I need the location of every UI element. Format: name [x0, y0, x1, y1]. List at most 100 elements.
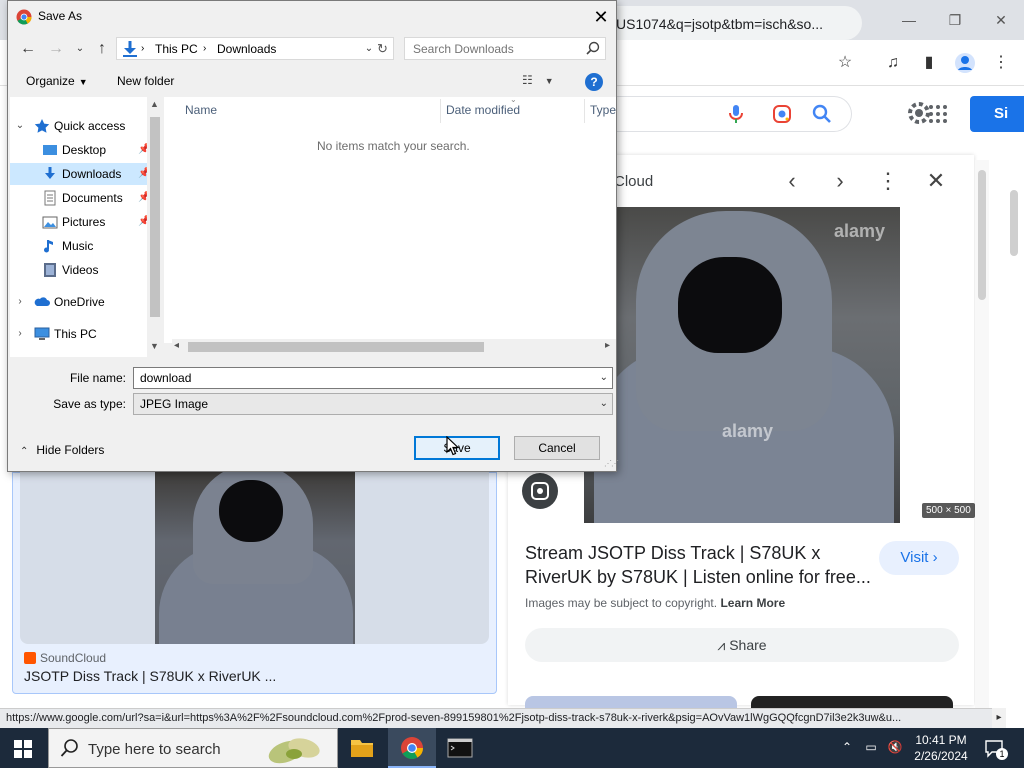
search-downloads-input[interactable]: [404, 37, 606, 60]
cancel-button[interactable]: Cancel: [514, 436, 600, 460]
resize-grip-icon[interactable]: ⋰⋰: [604, 459, 619, 468]
nav-pictures[interactable]: Pictures 📌: [10, 211, 150, 233]
column-header-name[interactable]: Name: [185, 103, 217, 117]
network-icon[interactable]: ▭: [862, 738, 880, 756]
bookmark-star-icon[interactable]: ☆: [834, 52, 856, 74]
address-breadcrumb[interactable]: › This PC › Downloads ⌄: [116, 37, 380, 60]
nav-label: This PC: [54, 327, 97, 341]
share-button[interactable]: ⩘ Share: [525, 628, 959, 662]
preview-headline-link[interactable]: Stream JSOTP Diss Track | S78UK x RiverU…: [525, 541, 875, 589]
file-explorer-app-icon[interactable]: [338, 728, 386, 768]
organize-menu[interactable]: Organize ▼: [26, 74, 88, 88]
refresh-icon[interactable]: ↻: [372, 37, 394, 60]
panel-scrollbar-thumb[interactable]: [978, 170, 986, 300]
status-bar-url: https://www.google.com/url?sa=i&url=http…: [0, 708, 992, 728]
view-list-icon: ☷: [522, 73, 533, 87]
up-arrow-icon[interactable]: ↑: [92, 39, 112, 59]
related-thumbnail[interactable]: [751, 696, 953, 708]
related-thumbnail[interactable]: [525, 696, 737, 708]
share-icon: ⩘: [717, 637, 730, 653]
nav-downloads[interactable]: Downloads 📌: [10, 163, 150, 185]
result-photo: [155, 472, 355, 644]
profile-avatar-icon[interactable]: [954, 52, 976, 74]
computer-icon: [34, 326, 50, 342]
browser-menu-icon[interactable]: ⋮: [990, 52, 1012, 74]
chevron-up-icon: ⌃: [20, 446, 29, 457]
lens-fab-button[interactable]: [522, 473, 558, 509]
nav-this-pc[interactable]: › This PC: [10, 323, 150, 345]
chrome-app-icon[interactable]: [388, 728, 436, 768]
horizontal-scrollbar-thumb[interactable]: [188, 342, 484, 352]
search-icon[interactable]: [812, 104, 832, 124]
google-apps-icon[interactable]: [928, 104, 948, 124]
window-close-icon[interactable]: ✕: [986, 8, 1016, 32]
dialog-close-icon[interactable]: ✕: [586, 5, 616, 29]
view-options-button[interactable]: ☷ ▼: [522, 73, 558, 91]
chevron-up-icon[interactable]: ⌃: [838, 738, 856, 756]
previous-image-icon[interactable]: ‹: [780, 170, 804, 194]
chevron-right-icon[interactable]: ▸: [605, 340, 610, 351]
chevron-down-icon: ▼: [78, 77, 88, 87]
hide-folders-button[interactable]: ⌃ Hide Folders: [20, 443, 104, 457]
nav-quick-access[interactable]: ⌄ Quick access: [10, 115, 150, 137]
preview-image[interactable]: alamy alamy: [584, 207, 900, 523]
nav-onedrive[interactable]: › OneDrive: [10, 291, 150, 313]
page-scrollbar-thumb[interactable]: [1010, 190, 1018, 256]
chevron-down-icon[interactable]: ⌄: [600, 394, 608, 414]
search-icon[interactable]: [586, 41, 600, 55]
nav-documents[interactable]: Documents 📌: [10, 187, 150, 209]
file-name-label: File name:: [69, 371, 126, 385]
file-name-field[interactable]: download ⌄: [133, 367, 613, 389]
nav-music[interactable]: Music: [10, 235, 150, 257]
recent-locations-chevron-icon[interactable]: ⌄: [70, 39, 90, 59]
hide-folders-label: Hide Folders: [36, 443, 105, 457]
media-controls-icon[interactable]: ♫: [882, 52, 904, 74]
clock[interactable]: 10:41 PM 2/26/2024: [912, 732, 970, 764]
result-title[interactable]: JSOTP Diss Track | S78UK x RiverUK ...: [24, 668, 276, 684]
mouse-cursor-icon: [446, 435, 460, 456]
nav-desktop[interactable]: Desktop 📌: [10, 139, 150, 161]
new-folder-button[interactable]: New folder: [117, 74, 174, 88]
breadcrumb-this-pc[interactable]: This PC: [155, 42, 198, 56]
chevron-up-icon[interactable]: ▲: [150, 99, 159, 109]
learn-more-link[interactable]: Learn More: [720, 596, 785, 610]
close-preview-icon[interactable]: ✕: [924, 170, 948, 194]
chevron-left-icon[interactable]: ◂: [174, 340, 179, 351]
organize-label: Organize: [26, 74, 75, 88]
restore-icon[interactable]: ❐: [940, 8, 970, 32]
more-options-icon[interactable]: ⋮: [876, 170, 900, 194]
forward-arrow-icon[interactable]: →: [46, 39, 66, 59]
side-panel-icon[interactable]: ▮: [918, 52, 940, 74]
voice-search-icon[interactable]: [728, 104, 744, 124]
column-divider[interactable]: [584, 99, 585, 123]
visit-button[interactable]: Visit ›: [879, 541, 959, 575]
minimize-icon[interactable]: —: [894, 8, 924, 32]
file-name-value: download: [140, 371, 192, 385]
breadcrumb-downloads[interactable]: Downloads: [217, 42, 276, 56]
chevron-down-icon[interactable]: ⌄: [600, 368, 608, 388]
windows-start-icon[interactable]: [14, 740, 32, 758]
result-image[interactable]: [20, 472, 489, 644]
chevron-down-icon[interactable]: ▼: [150, 341, 159, 351]
column-header-date[interactable]: Date modified: [446, 103, 520, 117]
speaker-muted-icon[interactable]: 🔇: [886, 738, 904, 756]
documents-icon: [42, 190, 58, 206]
chrome-logo-icon: [16, 9, 32, 25]
lens-search-icon[interactable]: [772, 104, 792, 124]
image-size-badge: 500 × 500: [922, 503, 975, 518]
back-arrow-icon[interactable]: ←: [18, 39, 38, 59]
nav-scrollbar-thumb[interactable]: [150, 117, 160, 317]
save-type-select[interactable]: JPEG Image ⌄: [133, 393, 613, 415]
next-image-icon[interactable]: ›: [828, 170, 852, 194]
column-divider[interactable]: [440, 99, 441, 123]
desktop-icon: [42, 142, 58, 158]
column-header-type[interactable]: Type: [590, 103, 616, 117]
help-icon[interactable]: ?: [585, 73, 603, 91]
nav-videos[interactable]: Videos: [10, 259, 150, 281]
terminal-app-icon[interactable]: [436, 728, 484, 768]
sign-in-button[interactable]: Si: [970, 96, 1024, 132]
pictures-icon: [42, 214, 58, 230]
nav-label: Videos: [62, 263, 99, 277]
copyright-text: Images may be subject to copyright.: [525, 596, 718, 610]
clock-date: 2/26/2024: [914, 749, 968, 763]
